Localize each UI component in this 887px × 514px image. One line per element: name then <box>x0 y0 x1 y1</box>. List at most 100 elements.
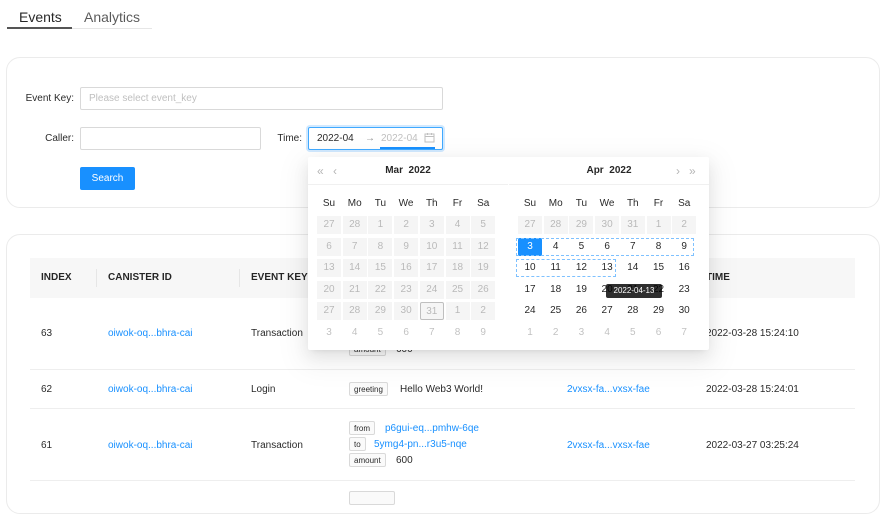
day-cell[interactable]: 2 <box>394 216 419 234</box>
day-cell[interactable]: 27 <box>317 216 341 234</box>
day-cell[interactable]: 30 <box>672 302 696 320</box>
next-icon[interactable]: › <box>676 164 680 178</box>
search-button[interactable]: Search <box>80 167 135 190</box>
day-cell[interactable]: 26 <box>569 302 593 320</box>
day-cell[interactable]: 23 <box>672 281 696 299</box>
range-start[interactable]: 2022-04 <box>317 133 354 144</box>
col-event-key: EVENT KEY <box>251 272 308 283</box>
day-cell[interactable]: 3 <box>317 324 341 342</box>
day-cell[interactable]: 17 <box>419 259 444 277</box>
year-label[interactable]: 2022 <box>609 165 631 176</box>
day-cell[interactable]: 22 <box>368 280 393 299</box>
table-row <box>30 481 855 505</box>
day-cell[interactable]: 1 <box>368 216 393 234</box>
day-cell[interactable]: 29 <box>569 216 594 234</box>
event-key-value: Transaction <box>251 328 303 339</box>
day-cell[interactable]: 17 <box>518 281 542 299</box>
month-label[interactable]: Apr <box>586 165 603 176</box>
time-range-picker[interactable]: 2022-04 → 2022-04 <box>308 127 443 150</box>
day-cell[interactable]: 4 <box>343 324 367 342</box>
day-cell[interactable]: 14 <box>342 259 367 277</box>
month-label[interactable]: Mar <box>385 165 403 176</box>
canister-link[interactable]: oiwok-oq...bhra-cai <box>108 440 192 451</box>
from-link[interactable]: p6gui-eq...pmhw-6qe <box>385 423 479 434</box>
to-link[interactable]: 5ymg4-pn...r3u5-nqe <box>374 439 467 450</box>
day-cell[interactable]: 1 <box>518 324 542 342</box>
weekday-label: Su <box>523 198 537 209</box>
day-cell[interactable]: 29 <box>647 302 671 320</box>
canister-link[interactable]: oiwok-oq...bhra-cai <box>108 384 192 395</box>
day-cell[interactable]: 21 <box>342 280 367 299</box>
day-cell[interactable]: 16 <box>394 259 419 277</box>
col-divider <box>96 269 97 287</box>
weekday-label: Fr <box>452 198 463 209</box>
day-cell[interactable]: 13 <box>317 259 341 277</box>
day-cell[interactable]: 15 <box>368 259 393 277</box>
day-cell[interactable]: 7 <box>672 324 696 342</box>
day-cell[interactable]: 28 <box>621 302 645 320</box>
tab-analytics[interactable]: Analytics <box>84 9 140 25</box>
day-cell[interactable]: 5 <box>368 324 392 342</box>
canister-link[interactable]: oiwok-oq...bhra-cai <box>108 328 192 339</box>
caller-link[interactable]: 2vxsx-fa...vxsx-fae <box>567 384 650 395</box>
day-cell[interactable]: 31 <box>419 302 444 320</box>
day-cell[interactable]: 2 <box>672 216 697 234</box>
day-cell[interactable]: 19 <box>569 281 593 299</box>
day-cell[interactable]: 20 <box>317 280 341 299</box>
day-cell[interactable]: 10 <box>419 237 444 256</box>
day-cell[interactable]: 9 <box>394 237 419 256</box>
day-cell[interactable]: 6 <box>647 324 671 342</box>
day-cell[interactable]: 15 <box>647 259 671 277</box>
super-next-icon[interactable]: » <box>689 164 696 178</box>
day-cell[interactable]: 28 <box>543 216 568 234</box>
day-cell[interactable]: 9 <box>471 324 495 342</box>
weekday-label: We <box>599 198 615 209</box>
day-cell[interactable]: 8 <box>368 237 393 256</box>
day-cell[interactable]: 1 <box>445 302 470 320</box>
caller-input[interactable] <box>80 127 261 150</box>
day-cell[interactable]: 30 <box>595 216 620 234</box>
day-cell[interactable]: 28 <box>342 302 367 320</box>
day-cell[interactable]: 24 <box>518 302 542 320</box>
day-cell[interactable]: 25 <box>445 280 470 299</box>
day-cell[interactable]: 27 <box>317 302 341 320</box>
day-cell[interactable]: 3 <box>419 216 444 234</box>
day-cell[interactable]: 2 <box>471 302 496 320</box>
day-cell[interactable]: 26 <box>471 280 496 299</box>
day-cell[interactable]: 3 <box>569 324 593 342</box>
range-end[interactable]: 2022-04 <box>381 133 423 144</box>
day-cell[interactable]: 7 <box>342 237 367 256</box>
day-cell[interactable]: 12 <box>471 237 496 256</box>
day-cell[interactable]: 25 <box>544 302 568 320</box>
day-cell[interactable]: 16 <box>672 259 696 277</box>
day-cell[interactable]: 2 <box>544 324 568 342</box>
day-cell[interactable]: 6 <box>394 324 418 342</box>
day-cell[interactable]: 18 <box>544 281 568 299</box>
day-cell[interactable]: 30 <box>394 302 419 320</box>
date-tooltip: 2022-04-13 <box>606 284 662 298</box>
day-cell[interactable]: 24 <box>419 280 444 299</box>
year-label[interactable]: 2022 <box>409 165 431 176</box>
day-cell[interactable]: 4 <box>445 216 470 234</box>
day-cell[interactable]: 23 <box>394 280 419 299</box>
event-key-select[interactable]: Please select event_key <box>80 87 443 110</box>
panel-title: Mar 2022 <box>308 165 508 176</box>
tab-events[interactable]: Events <box>19 9 62 25</box>
day-cell[interactable]: 27 <box>518 216 542 234</box>
day-cell[interactable]: 7 <box>420 324 444 342</box>
day-cell[interactable]: 6 <box>317 237 341 256</box>
day-cell[interactable]: 11 <box>445 237 470 256</box>
day-cell[interactable]: 8 <box>446 324 470 342</box>
day-cell[interactable]: 5 <box>621 324 645 342</box>
day-cell[interactable]: 18 <box>445 259 470 277</box>
caller-link[interactable]: 2vxsx-fa...vxsx-fae <box>567 440 650 451</box>
day-cell[interactable]: 4 <box>595 324 619 342</box>
day-cell[interactable]: 1 <box>646 216 671 234</box>
day-cell[interactable]: 29 <box>368 302 393 320</box>
day-cell[interactable]: 19 <box>471 259 496 277</box>
day-cell[interactable]: 5 <box>471 216 496 234</box>
day-cell[interactable]: 27 <box>595 302 619 320</box>
day-cell[interactable]: 31 <box>620 216 645 234</box>
day-cell[interactable]: 14 <box>621 259 645 277</box>
day-cell[interactable]: 28 <box>342 216 367 234</box>
